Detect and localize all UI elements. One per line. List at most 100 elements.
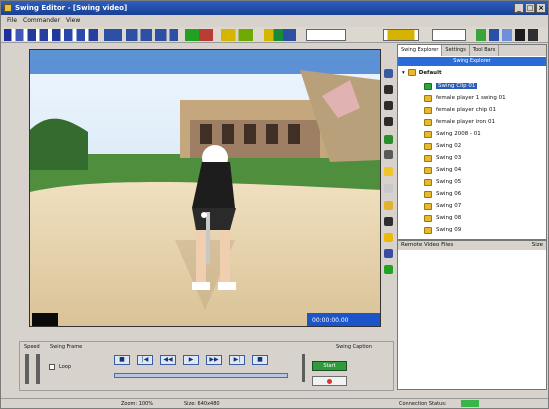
volume-slider[interactable] (302, 354, 305, 382)
tree-item-label: Swing 04 (436, 167, 462, 173)
strip-tool-icon[interactable] (384, 117, 393, 126)
stop-button[interactable]: ■ (114, 355, 130, 365)
tree-item-label: Swing 07 (436, 203, 462, 209)
status-bar: Zoom: 100% Size: 640x480 Connection Stat… (1, 398, 548, 408)
strip-tool-icon[interactable] (384, 69, 393, 78)
remote-video-panel: Remote Video Files Size (397, 240, 547, 390)
tree-item[interactable]: Swing 05 (424, 177, 461, 187)
clip-icon (424, 166, 432, 174)
clip-icon (424, 106, 432, 114)
green-tool-icon[interactable] (476, 29, 486, 41)
tree-item[interactable]: female player 1 swing 01 (424, 93, 506, 103)
tool-buttons-icon[interactable] (126, 29, 178, 41)
highlight-tool-icon[interactable] (221, 29, 253, 41)
strip-tool-icon[interactable] (384, 167, 393, 176)
tree-item[interactable]: Swing 07 (424, 201, 461, 211)
title-bar: Swing Editor - [Swing video] _ □ × (1, 1, 548, 15)
close-button[interactable]: × (536, 3, 546, 13)
record-stop-button[interactable]: ■ (252, 355, 268, 365)
menu-file[interactable]: File (7, 15, 17, 26)
caption-start-button[interactable]: Start (312, 361, 347, 371)
rewind-button[interactable]: ◀◀ (160, 355, 176, 365)
size-status: Size: 640x480 (184, 401, 220, 407)
strip-tool-icon[interactable] (384, 85, 393, 94)
tree-item[interactable]: Swing Clip 01 (424, 81, 478, 91)
tab-settings[interactable]: Settings (442, 45, 470, 56)
tree-root-label: Default (418, 69, 442, 76)
tree-item[interactable]: Swing 04 (424, 165, 461, 175)
loop-label: Loop (59, 364, 71, 370)
strip-tool-icon[interactable] (384, 101, 393, 110)
timeline-bar[interactable] (114, 373, 288, 378)
clip-icon (424, 142, 432, 150)
tree-item-label: female player iron 01 (436, 119, 496, 125)
clip-icon (424, 82, 432, 90)
app-window: Swing Editor - [Swing video] _ □ × File … (0, 0, 549, 409)
minimize-button[interactable]: _ (514, 3, 524, 13)
expand-icon[interactable]: ▾ (402, 70, 405, 76)
right-tool-strip (382, 49, 395, 327)
settings-tool-icon[interactable] (528, 29, 538, 41)
connection-indicator (461, 400, 479, 407)
blue-tool-icon[interactable] (489, 29, 499, 41)
zoom-select[interactable] (432, 29, 466, 41)
strip-tool-icon[interactable] (384, 184, 393, 193)
tab-swing-explorer[interactable]: Swing Explorer (398, 45, 443, 56)
light-blue-tool-icon[interactable] (502, 29, 512, 41)
tree-item[interactable]: Swing 09 (424, 225, 461, 235)
speed-label: Speed (24, 344, 40, 350)
tree-root[interactable]: ▾ Default (402, 69, 442, 76)
shape-tool-icon[interactable] (104, 29, 122, 41)
annotate-tool-icon[interactable] (264, 29, 296, 41)
tab-tool-bars[interactable]: Tool Bars (470, 45, 500, 56)
loop-checkbox[interactable] (49, 364, 55, 370)
record-icon (327, 379, 332, 384)
line-color-select[interactable] (383, 29, 419, 41)
strip-tool-icon[interactable] (384, 201, 393, 210)
tree-item-label: Swing 05 (436, 179, 462, 185)
menu-view[interactable]: View (66, 15, 80, 26)
clip-icon (424, 154, 432, 162)
swing-frame-label: Swing Frame (50, 344, 83, 350)
strip-tool-icon[interactable] (384, 135, 393, 144)
tree-item-label: Swing 09 (436, 227, 462, 233)
tree-item[interactable]: Swing 08 (424, 213, 461, 223)
toolbar (1, 27, 548, 43)
line-width-select[interactable] (306, 29, 346, 41)
clip-icon (424, 94, 432, 102)
tree-item-label: Swing 2008 - 01 (436, 131, 481, 137)
tree-item-label: Swing 02 (436, 143, 462, 149)
drawing-tools-icon[interactable] (4, 29, 98, 41)
tree-item-label: Swing 06 (436, 191, 462, 197)
skip-start-button[interactable]: |◀ (137, 355, 153, 365)
strip-tool-icon[interactable] (384, 265, 393, 274)
speed-slider[interactable] (25, 354, 29, 384)
tree-item[interactable]: Swing 03 (424, 153, 461, 163)
color-tool-icon[interactable] (185, 29, 213, 41)
svg-text:00:00:00.00: 00:00:00.00 (312, 317, 349, 324)
tree-item-label: Swing Clip 01 (436, 83, 478, 89)
strip-tool-icon[interactable] (384, 249, 393, 258)
menu-commander[interactable]: Commander (23, 15, 60, 26)
frame-slider[interactable] (36, 354, 40, 384)
skip-end-button[interactable]: ▶| (229, 355, 245, 365)
tree-header: Swing Explorer (398, 57, 546, 66)
tree-item[interactable]: female player chip 01 (424, 105, 496, 115)
fast-forward-button[interactable]: ▶▶ (206, 355, 222, 365)
window-buttons: _ □ × (514, 3, 546, 13)
strip-tool-icon[interactable] (384, 217, 393, 226)
black-tool-icon[interactable] (515, 29, 525, 41)
tree-item[interactable]: female player iron 01 (424, 117, 495, 127)
tree-item[interactable]: Swing 02 (424, 141, 461, 151)
strip-tool-icon[interactable] (384, 150, 393, 159)
tree-item[interactable]: Swing 06 (424, 189, 461, 199)
window-title: Swing Editor - [Swing video] (15, 4, 128, 12)
play-button[interactable]: ▶ (183, 355, 199, 365)
tree-item-label: female player chip 01 (436, 107, 497, 113)
connection-status: Connection Status: (399, 401, 447, 407)
video-viewer[interactable]: 00:00:00.00 (29, 49, 381, 327)
strip-tool-icon[interactable] (384, 233, 393, 242)
caption-stop-button[interactable] (312, 376, 347, 386)
tree-item[interactable]: Swing 2008 - 01 (424, 129, 481, 139)
maximize-button[interactable]: □ (525, 3, 535, 13)
